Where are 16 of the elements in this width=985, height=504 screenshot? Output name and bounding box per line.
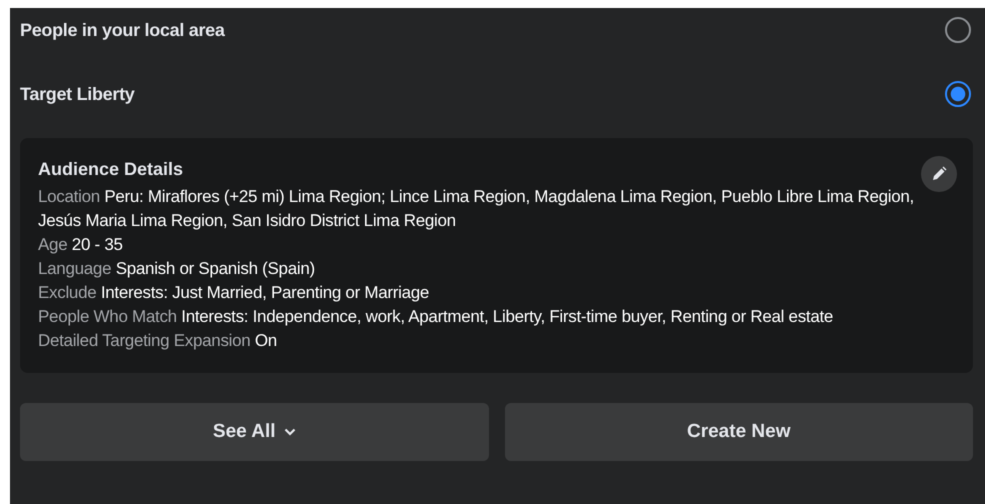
audience-name: People in your local area [20,18,225,42]
details-title: Audience Details [38,158,184,181]
detail-line: Exclude Interests: Just Married, Parenting or Marriage [38,282,430,304]
pencil-icon [931,166,947,182]
detail-line: Age 20 - 35 [38,234,124,256]
audience-name: Target Liberty [20,82,134,106]
detail-line: Language Spanish or Spanish (Spain) [38,258,316,280]
radio-button[interactable] [945,81,971,107]
detail-line: Location Peru: Miraflores (+25 mi) Lima Region; Lince Lima Region, Magdalena Lima Region, Pueblo Libre Lima Region, Jesús Maria Lima Region, San Isidro District Lima Region [38,186,915,232]
detail-line: People Who Match Interests: Independence, work, Apartment, Liberty, First-time buyer, Renting or Real estate [38,306,834,328]
chevron-down-icon [284,428,296,436]
dropdown-button[interactable]: See All [20,403,488,461]
action-button[interactable]: Create New [504,403,973,461]
radio-button[interactable] [945,17,971,43]
edit-button[interactable] [921,156,957,192]
detail-line: Detailed Targeting Expansion On [38,330,278,352]
